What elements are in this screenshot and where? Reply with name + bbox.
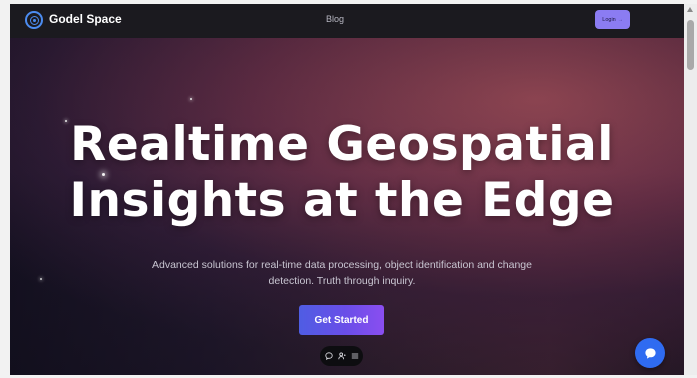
person-icon[interactable]: [337, 352, 346, 360]
login-button[interactable]: Login →: [595, 10, 630, 29]
login-label: Login: [602, 16, 616, 23]
menu-icon[interactable]: [351, 352, 359, 360]
subtitle-line-1: Advanced solutions for real-time data pr…: [152, 259, 532, 271]
top-navbar: Godel Space Blog Login →: [10, 4, 684, 38]
brand-name[interactable]: Godel Space: [49, 12, 122, 26]
chat-widget-button[interactable]: [635, 338, 665, 368]
headline-line-1: Realtime Geospatial: [70, 117, 614, 172]
scrollbar-thumb[interactable]: [687, 20, 694, 70]
scroll-up-arrow-icon[interactable]: [687, 7, 693, 12]
browser-viewport: Godel Space Blog Login → Realtime Geospa…: [10, 4, 684, 375]
logo-icon[interactable]: [25, 11, 43, 29]
nav-link-blog[interactable]: Blog: [326, 14, 344, 24]
star: [190, 98, 192, 100]
get-started-button[interactable]: Get Started: [299, 305, 384, 335]
page-scrollbar[interactable]: [684, 4, 697, 375]
arrow-right-icon: →: [617, 16, 623, 23]
floating-toolbar: [320, 346, 363, 366]
headline-line-2: Insights at the Edge: [69, 173, 615, 228]
chat-bubble-icon[interactable]: [324, 352, 333, 360]
subtitle-line-2: detection. Truth through inquiry.: [268, 275, 416, 287]
chat-icon: [644, 347, 656, 359]
hero-subtitle: Advanced solutions for real-time data pr…: [10, 257, 674, 289]
hero-headline: Realtime Geospatial Insights at the Edge: [10, 117, 674, 229]
